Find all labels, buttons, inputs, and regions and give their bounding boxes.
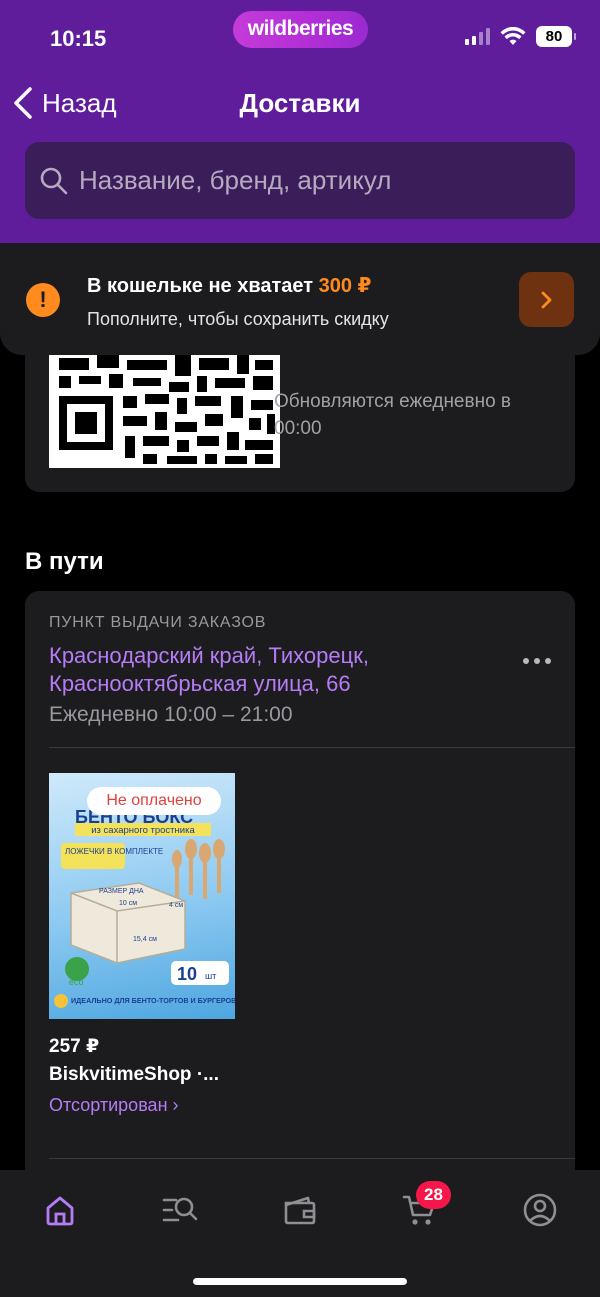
pickup-point-label: ПУНКТ ВЫДАЧИ ЗАКАЗОВ (49, 614, 267, 631)
app-header: 10:15 wildberries 80 Назад Доставки Назв… (0, 0, 600, 243)
pickup-point-hours: Ежедневно 10:00 – 21:00 (49, 703, 293, 726)
battery-indicator: 80 (536, 26, 576, 47)
qr-update-note: Обновляются ежедневно в 00:00 (274, 391, 512, 439)
status-indicators: 80 (465, 26, 576, 47)
profile-icon (523, 1193, 557, 1227)
more-options-icon[interactable] (523, 658, 551, 664)
divider (49, 1158, 575, 1159)
cart-count-badge: 28 (416, 1181, 451, 1209)
product-image-spoons: ЛОЖЕЧКИ В КОМПЛЕКТЕ (65, 847, 163, 856)
wallet-warning-title: В кошельке не хватает 300 ₽ (87, 273, 371, 298)
product-image-dim-4: 4 см (169, 902, 183, 909)
warning-icon: ! (26, 283, 60, 317)
product-image-count: 10 (177, 964, 197, 984)
pickup-point-address[interactable]: Краснодарский край, Тихорецк, Краснооктя… (49, 642, 469, 698)
search-icon (40, 167, 68, 194)
section-title-in-transit: В пути (25, 548, 104, 575)
product-image-eco: eco (69, 977, 84, 987)
product-image-dim-154: 15,4 см (133, 936, 157, 943)
wallet-warning-banner[interactable]: ! В кошельке не хватает 300 ₽ Пополните,… (0, 243, 600, 355)
divider (49, 747, 575, 748)
wallet-warning-text: В кошельке не хватает (87, 275, 314, 297)
tab-home[interactable] (30, 1190, 90, 1230)
wallet-icon (284, 1196, 316, 1225)
product-image-count-unit: шт (205, 971, 216, 981)
page-title: Доставки (239, 88, 361, 118)
home-icon (46, 1196, 74, 1226)
delivery-card: ПУНКТ ВЫДАЧИ ЗАКАЗОВ Краснодарский край,… (25, 591, 575, 1211)
product-seller: BiskvitimeShop ·... (49, 1064, 219, 1085)
qr-code (49, 352, 280, 468)
product-price: 257 ₽ (49, 1036, 100, 1057)
wildberries-logo: wildberries (233, 11, 368, 48)
wallet-warning-subtitle: Пополните, чтобы сохранить скидку (87, 309, 389, 329)
product-image-size: РАЗМЕР ДНА (99, 888, 144, 895)
top-up-button[interactable] (519, 272, 574, 327)
product-image-footer: ИДЕАЛЬНО ДЛЯ БЕНТО-ТОРТОВ И БУРГЕРОВ (71, 996, 235, 1005)
product-image-dim-10: 10 см (119, 900, 137, 907)
search-input[interactable]: Название, бренд, артикул (25, 142, 575, 219)
tab-profile[interactable] (510, 1190, 570, 1230)
status-time: 10:15 (50, 26, 107, 51)
home-indicator (193, 1278, 407, 1285)
wallet-shortfall-amount: 300 ₽ (318, 275, 372, 297)
search-placeholder: Название, бренд, артикул (79, 165, 392, 195)
order-status-link[interactable]: Отсортирован › (49, 1095, 179, 1116)
wifi-icon (500, 26, 526, 45)
cellular-signal-icon (465, 28, 490, 45)
product-image[interactable]: Не оплачено БЕНТО БОКС из сахарного трос… (49, 773, 235, 1019)
tab-catalog[interactable] (150, 1190, 210, 1230)
unpaid-badge: Не оплачено (87, 787, 221, 815)
chevron-right-icon (541, 291, 551, 308)
tab-wallet[interactable] (270, 1190, 330, 1230)
catalog-search-icon (162, 1197, 198, 1222)
product-image-subtitle: из сахарного тростника (91, 825, 195, 836)
